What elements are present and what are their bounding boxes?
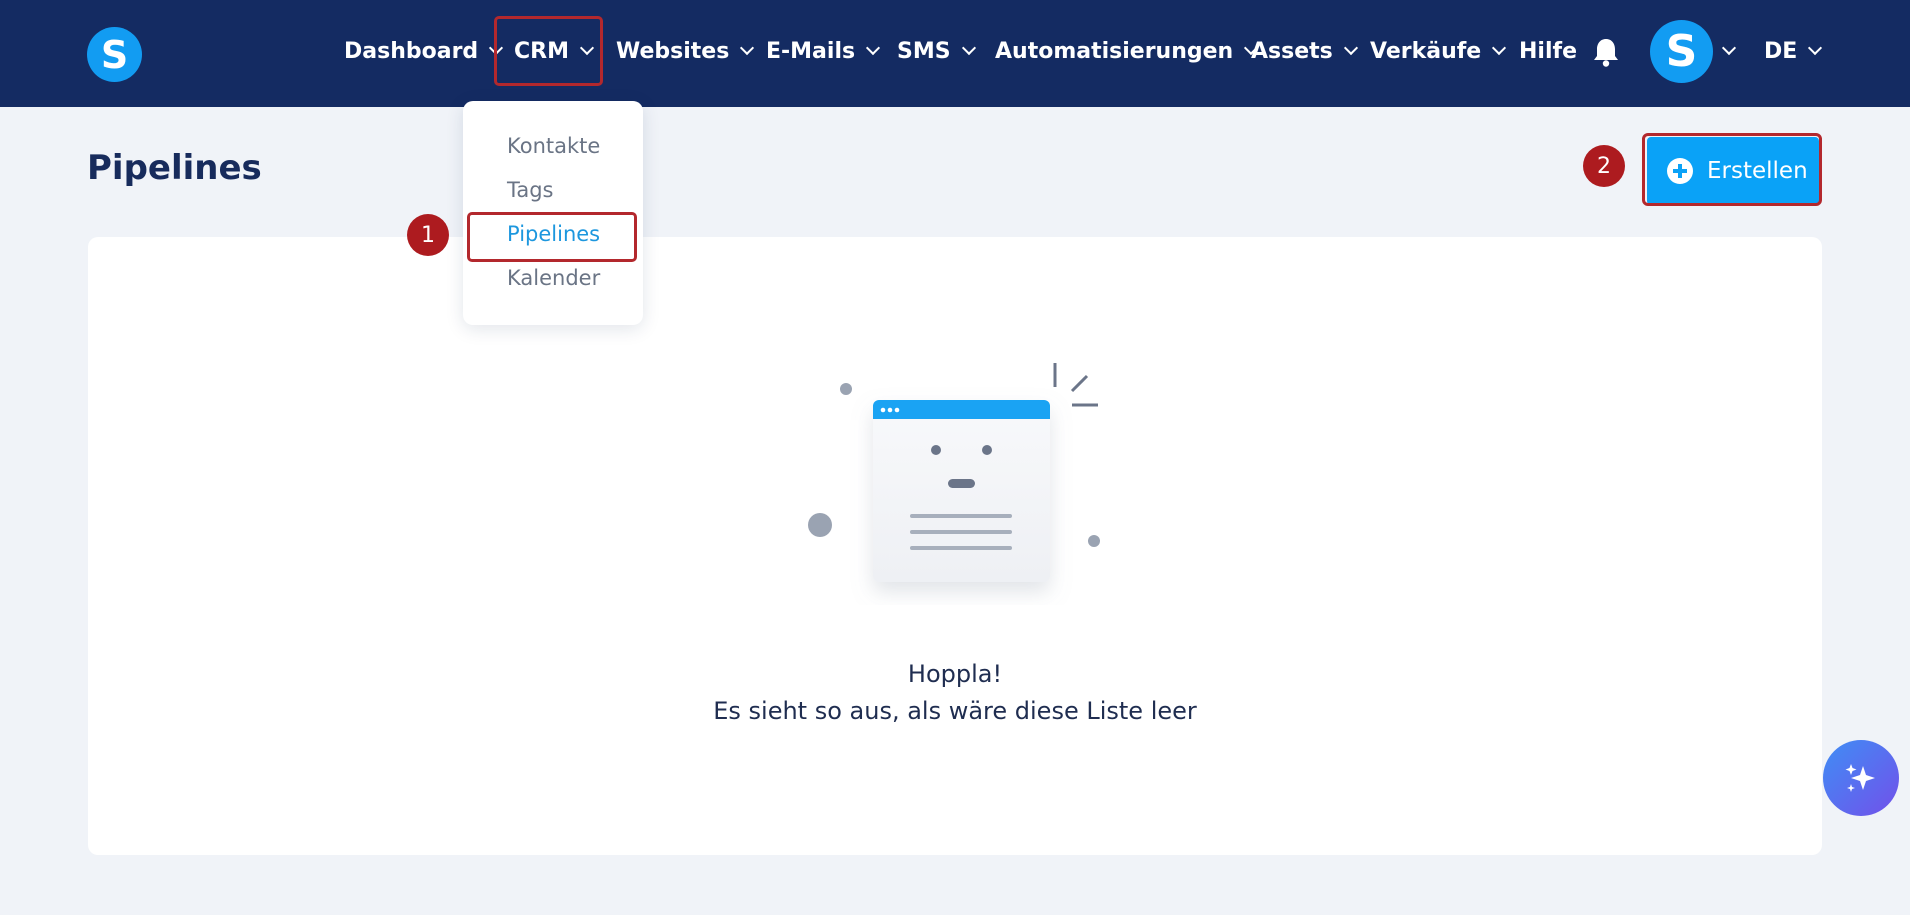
nav-automations-label: Automatisierungen <box>995 38 1234 64</box>
avatar-menu-toggle[interactable] <box>1721 0 1737 102</box>
nav-emails[interactable]: E-Mails <box>766 0 881 102</box>
nav-sms-label: SMS <box>897 38 951 64</box>
pipelines-highlight-box <box>467 212 637 262</box>
nav-websites[interactable]: Websites <box>616 0 755 102</box>
nav-help[interactable]: Hilfe <box>1519 0 1577 102</box>
chevron-down-icon <box>1492 40 1507 56</box>
app-logo[interactable]: S <box>87 27 142 82</box>
nav-help-label: Hilfe <box>1519 38 1577 64</box>
ai-assistant-button[interactable] <box>1823 740 1899 816</box>
chevron-down-icon <box>1721 40 1737 56</box>
dropdown-item-kontakte[interactable]: Kontakte <box>507 134 600 158</box>
page-title: Pipelines <box>87 148 262 188</box>
user-avatar[interactable]: S <box>1650 20 1713 83</box>
crm-highlight-box <box>494 16 603 86</box>
nav-automations[interactable]: Automatisierungen <box>995 0 1259 102</box>
chevron-down-icon <box>1808 40 1823 56</box>
chevron-down-icon <box>740 40 755 56</box>
nav-assets-label: Assets <box>1251 38 1333 64</box>
nav-emails-label: E-Mails <box>766 38 856 64</box>
chevron-down-icon <box>1343 40 1358 56</box>
avatar-letter: S <box>1665 26 1698 77</box>
nav-dashboard-label: Dashboard <box>344 38 479 64</box>
empty-state-title: Hoppla! <box>907 660 1003 688</box>
chevron-down-icon <box>866 40 881 56</box>
logo-letter: S <box>100 32 129 77</box>
nav-sms[interactable]: SMS <box>897 0 976 102</box>
nav-dashboard[interactable]: Dashboard <box>344 0 504 102</box>
sparkle-icon <box>1845 764 1875 792</box>
language-label: DE <box>1764 38 1798 64</box>
step-badge-1: 1 <box>407 214 449 256</box>
top-navigation-bar: S Dashboard CRM Websites E-Mails SMS Aut… <box>0 0 1910 107</box>
language-selector[interactable]: DE <box>1764 0 1823 102</box>
dropdown-item-tags[interactable]: Tags <box>507 178 554 202</box>
nav-assets[interactable]: Assets <box>1251 0 1358 102</box>
nav-websites-label: Websites <box>616 38 730 64</box>
chevron-down-icon <box>961 40 976 56</box>
dropdown-item-kalender[interactable]: Kalender <box>507 266 600 290</box>
nav-sales[interactable]: Verkäufe <box>1370 0 1507 102</box>
empty-state-message: Es sieht so aus, als wäre diese Liste le… <box>713 697 1197 725</box>
step-badge-2: 2 <box>1583 145 1625 187</box>
empty-list-illustration-icon <box>808 363 1100 582</box>
create-highlight-box <box>1642 133 1822 206</box>
bell-icon[interactable] <box>1591 36 1621 68</box>
nav-sales-label: Verkäufe <box>1370 38 1482 64</box>
